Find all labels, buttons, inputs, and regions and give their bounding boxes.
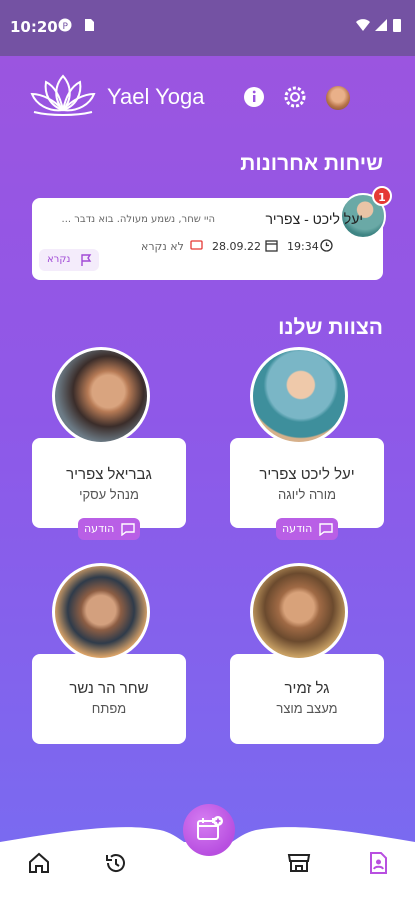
chat-date: 28.09.22 <box>212 240 261 253</box>
message-icon <box>319 523 333 536</box>
lotus-logo-icon <box>30 74 96 116</box>
notification-p-icon: P <box>58 18 72 32</box>
app-name: Yael Yoga <box>107 84 205 109</box>
status-time: 10:20 <box>10 18 58 36</box>
wifi-icon <box>356 19 370 31</box>
calendar-icon <box>265 240 278 252</box>
message-button[interactable]: הודעה <box>78 518 140 540</box>
team-photo[interactable] <box>250 563 348 661</box>
team-member-role: מפתח <box>91 701 127 716</box>
unread-status-icon <box>190 240 203 250</box>
team-member-role: מנהל עסקי <box>79 487 139 502</box>
message-icon <box>121 523 135 536</box>
home-icon[interactable] <box>26 850 52 876</box>
team-member-name: שחר הר נשר <box>69 680 149 697</box>
history-icon[interactable] <box>103 850 129 876</box>
book-class-button[interactable] <box>183 804 235 856</box>
team-card[interactable] <box>230 438 384 528</box>
mark-read-button[interactable]: נקרא <box>39 249 99 271</box>
flag-check-icon <box>81 254 92 266</box>
message-label: הודעה <box>84 522 115 535</box>
profile-avatar[interactable] <box>326 86 350 110</box>
status-bar: 10:20 P <box>0 0 415 56</box>
team-photo[interactable] <box>52 563 150 661</box>
sim-card-icon <box>85 19 94 31</box>
team-title: הצוות שלנו <box>278 316 383 339</box>
signal-icon <box>375 19 387 31</box>
chat-preview: היי שחר, נשמע מעולה. בוא נדבר ... <box>61 214 215 225</box>
team-card[interactable] <box>32 438 186 528</box>
message-label: הודעה <box>282 522 313 535</box>
chat-name: יעל ליכט - צפריר <box>265 211 363 227</box>
chat-status: לא נקרא <box>141 240 184 253</box>
clock-icon <box>320 239 333 252</box>
team-photo[interactable] <box>250 347 348 445</box>
recent-chats-title: שיחות אחרונות <box>240 152 383 175</box>
mark-read-label: נקרא <box>47 254 71 265</box>
svg-text:P: P <box>63 22 69 32</box>
chat-time: 19:34 <box>287 240 319 253</box>
message-button[interactable]: הודעה <box>276 518 338 540</box>
team-card[interactable] <box>230 654 384 744</box>
team-member-name: גבריאל צפריר <box>66 466 152 483</box>
unread-badge: 1 <box>372 186 392 206</box>
team-card[interactable] <box>32 654 186 744</box>
team-photo[interactable] <box>52 347 150 445</box>
settings-icon[interactable] <box>284 86 306 108</box>
contact-card-icon[interactable] <box>365 850 391 876</box>
info-icon[interactable] <box>243 86 265 108</box>
team-member-role: מורה ליוגה <box>277 487 337 502</box>
battery-icon <box>393 19 401 32</box>
store-icon[interactable] <box>286 850 312 876</box>
calendar-add-icon <box>197 816 223 840</box>
team-member-role: מעצב מוצר <box>276 701 338 716</box>
team-member-name: גל זמיר <box>284 680 330 697</box>
team-member-name: יעל ליכט צפריר <box>259 466 355 483</box>
